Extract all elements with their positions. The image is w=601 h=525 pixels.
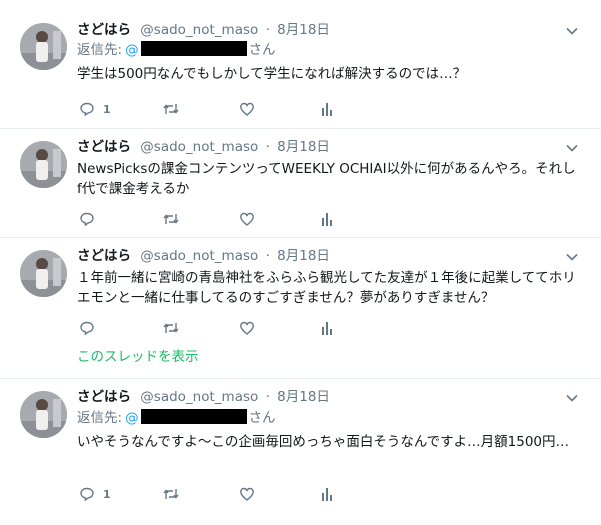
tweet[interactable]: さどはら @sado_not_maso · 8月18日 返信先: @ さん いやそう…	[0, 379, 601, 525]
like-button[interactable]	[239, 485, 255, 503]
analytics-button[interactable]	[320, 210, 334, 228]
chevron-down-icon[interactable]	[565, 391, 579, 405]
tweet-actions	[79, 210, 379, 228]
reply-to: 返信先: @ さん	[77, 40, 276, 60]
reply-icon	[80, 321, 94, 336]
tweet-header: さどはら @sado_not_maso · 8月18日	[77, 20, 330, 40]
retweet-button[interactable]	[162, 485, 180, 503]
tweet-text: 学生は500円なんでもしかして学生になれば解決するのでは…？	[77, 66, 467, 82]
user-handle[interactable]: @sado_not_maso	[140, 248, 258, 264]
like-button[interactable]	[239, 319, 255, 337]
analytics-icon	[322, 103, 332, 116]
reply-button[interactable]: 1	[79, 485, 111, 503]
separator-dot: ·	[265, 139, 270, 155]
tweet-date[interactable]: 8月18日	[277, 248, 330, 264]
like-icon	[240, 212, 254, 226]
separator-dot: ·	[265, 22, 270, 38]
analytics-button[interactable]	[320, 485, 334, 503]
reply-to-at[interactable]: @	[125, 42, 139, 58]
tweet-text: １年前一緒に宮崎の青島神社をふらふら観光してた友達が１年後に起業しててホリエモン…	[77, 270, 576, 306]
reply-to-suffix: さん	[248, 410, 276, 426]
tweet-actions	[79, 319, 379, 337]
like-icon	[240, 321, 254, 335]
retweet-button[interactable]	[162, 319, 180, 337]
reply-to: 返信先: @ さん	[77, 408, 276, 428]
retweet-button[interactable]	[162, 100, 180, 118]
reply-to-suffix: さん	[248, 42, 276, 58]
display-name[interactable]: さどはら	[77, 389, 131, 405]
tweet-text: いやそうなんですよ〜この企画毎回めっちゃ面白そうなんですよ…月額1500円…	[77, 434, 570, 450]
chevron-down-icon[interactable]	[565, 250, 579, 264]
avatar[interactable]	[20, 250, 67, 297]
like-button[interactable]	[239, 100, 255, 118]
reply-button[interactable]	[79, 210, 103, 228]
reply-to-at[interactable]: @	[125, 410, 139, 426]
reply-count: 1	[103, 102, 111, 116]
reply-icon	[80, 102, 94, 117]
display-name[interactable]: さどはら	[77, 248, 131, 264]
reply-count: 1	[103, 487, 111, 501]
tweet-date[interactable]: 8月18日	[277, 389, 330, 405]
tweet[interactable]: さどはら @sado_not_maso · 8月18日 返信先: @ さん 学生は5…	[0, 0, 601, 129]
reply-button[interactable]: 1	[79, 100, 111, 118]
analytics-icon	[322, 213, 332, 226]
user-handle[interactable]: @sado_not_maso	[140, 22, 258, 38]
like-button[interactable]	[239, 210, 255, 228]
tweet-actions: 1	[79, 485, 379, 503]
tweet-actions: 1	[79, 100, 379, 118]
analytics-button[interactable]	[320, 100, 334, 118]
chevron-down-icon[interactable]	[565, 141, 579, 155]
user-handle[interactable]: @sado_not_maso	[140, 389, 258, 405]
like-icon	[240, 102, 254, 116]
tweet-text: NewsPicksの課金コンテンツってWEEKLY OCHIAI以外に何があるん…	[77, 161, 576, 197]
analytics-icon	[322, 322, 332, 335]
redacted-username	[140, 41, 247, 56]
retweet-icon	[163, 104, 179, 114]
tweet-date[interactable]: 8月18日	[277, 22, 330, 38]
retweet-icon	[163, 489, 179, 499]
like-icon	[240, 487, 254, 501]
tweet-header: さどはら @sado_not_maso · 8月18日	[77, 137, 330, 157]
analytics-button[interactable]	[320, 319, 334, 337]
tweet-header: さどはら @sado_not_maso · 8月18日	[77, 246, 330, 266]
reply-to-label: 返信先:	[77, 42, 123, 58]
tweet[interactable]: さどはら @sado_not_maso · 8月18日 １年前一緒に宮崎の青島神…	[0, 238, 601, 379]
reply-icon	[80, 212, 94, 227]
redacted-username	[140, 409, 247, 424]
show-thread-link[interactable]: このスレッドを表示	[77, 347, 199, 367]
retweet-button[interactable]	[162, 210, 180, 228]
avatar[interactable]	[20, 23, 67, 70]
reply-icon	[80, 487, 94, 502]
timeline: さどはら @sado_not_maso · 8月18日 返信先: @ さん 学生は5…	[0, 0, 601, 525]
separator-dot: ·	[265, 389, 270, 405]
chevron-down-icon[interactable]	[565, 24, 579, 38]
avatar[interactable]	[20, 391, 67, 438]
reply-button[interactable]	[79, 319, 103, 337]
avatar[interactable]	[20, 141, 67, 188]
separator-dot: ·	[265, 248, 270, 264]
retweet-icon	[163, 214, 179, 224]
display-name[interactable]: さどはら	[77, 22, 131, 38]
tweet-header: さどはら @sado_not_maso · 8月18日	[77, 387, 330, 407]
retweet-icon	[163, 323, 179, 333]
tweet[interactable]: さどはら @sado_not_maso · 8月18日 NewsPicksの課金…	[0, 129, 601, 238]
analytics-icon	[322, 488, 332, 501]
reply-to-label: 返信先:	[77, 410, 123, 426]
display-name[interactable]: さどはら	[77, 139, 131, 155]
tweet-date[interactable]: 8月18日	[277, 139, 330, 155]
user-handle[interactable]: @sado_not_maso	[140, 139, 258, 155]
